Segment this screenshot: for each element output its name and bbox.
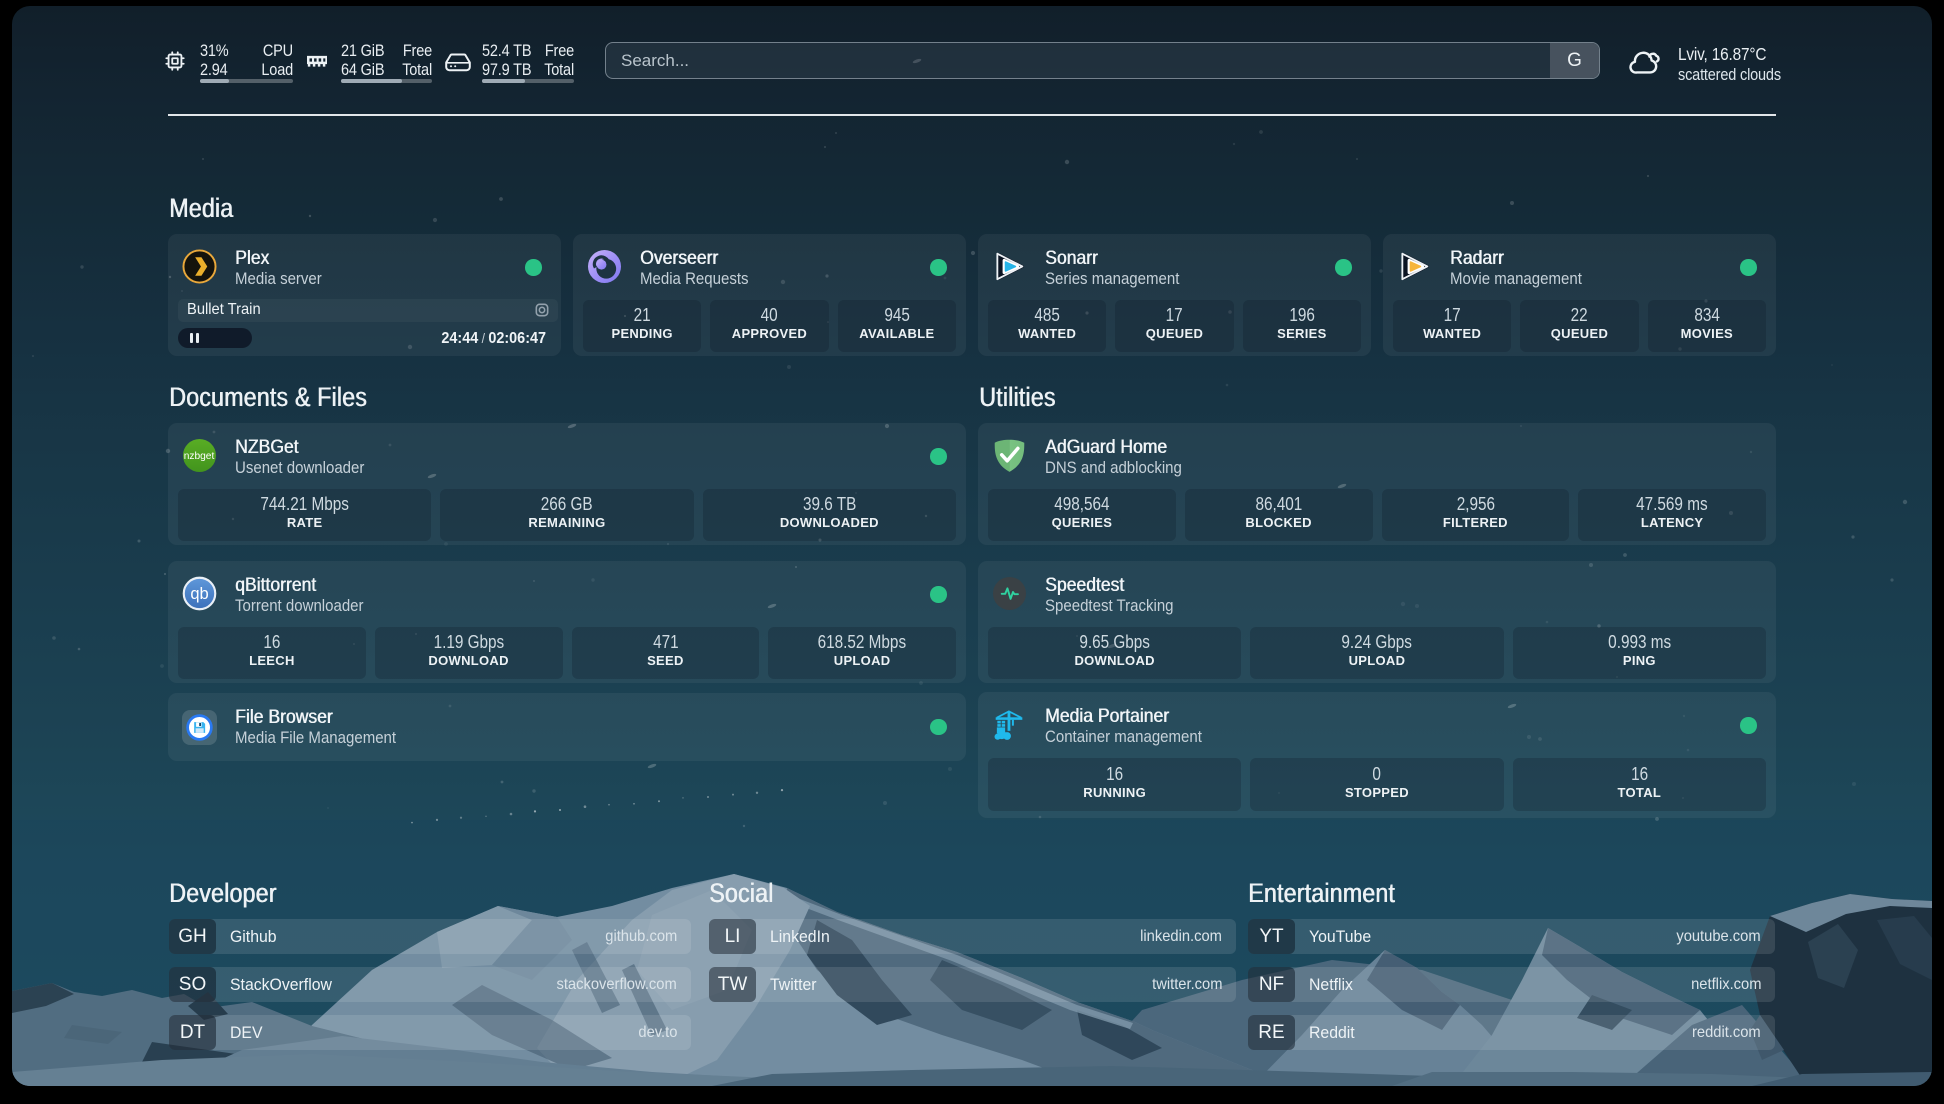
svg-text:nzbget: nzbget [184,451,215,462]
svg-text:qb: qb [190,584,208,603]
